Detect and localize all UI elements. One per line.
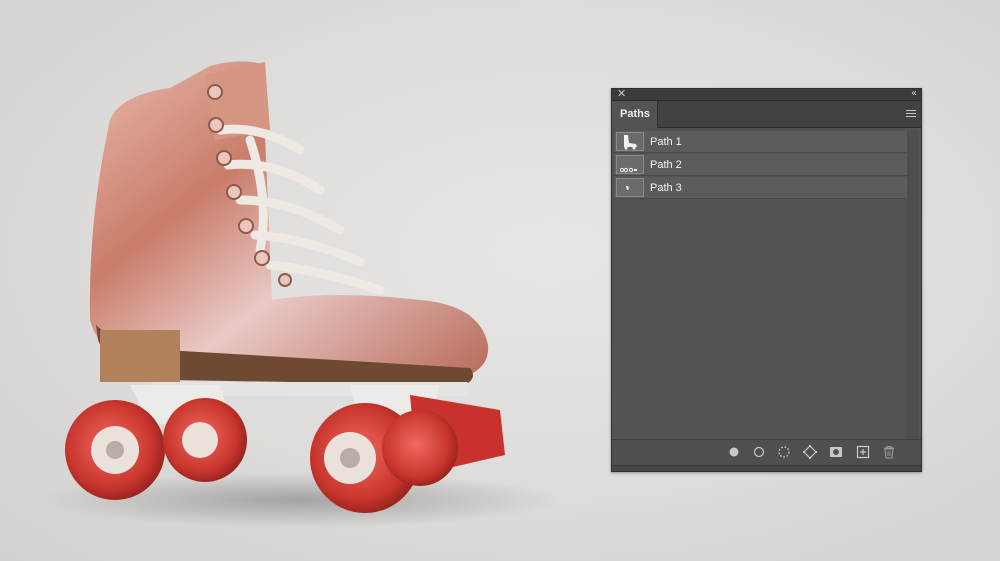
make-work-path-icon[interactable] [802, 444, 818, 460]
path-name: Path 2 [650, 159, 682, 171]
fill-path-icon[interactable] [726, 444, 742, 460]
load-selection-icon[interactable] [776, 444, 792, 460]
path-row-3[interactable]: Path 3 [614, 177, 907, 199]
panel-title-bar[interactable]: ✕ ‹‹ [612, 88, 921, 101]
panel-menu-icon[interactable] [906, 110, 916, 119]
path-row-2[interactable]: Path 2 [614, 154, 907, 176]
panel-bottom-toolbar [612, 439, 921, 465]
add-mask-icon[interactable] [828, 444, 844, 460]
close-icon[interactable]: ✕ [617, 88, 626, 100]
paths-panel: ✕ ‹‹ Paths Path 1 Path 2 Path 3 [611, 88, 922, 472]
path-thumbnail-skate-icon [616, 132, 644, 151]
panel-resize-strip[interactable] [612, 465, 921, 471]
path-row-1[interactable]: Path 1 [614, 131, 907, 153]
panel-tab-row: Paths [612, 101, 921, 128]
scrollbar[interactable] [907, 131, 919, 439]
collapse-double-chevron-icon[interactable]: ‹‹ [911, 88, 917, 100]
path-thumbnail-small-icon [616, 178, 644, 197]
path-name: Path 3 [650, 182, 682, 194]
path-list: Path 1 Path 2 Path 3 [614, 131, 907, 200]
path-thumbnail-wheels-icon [616, 155, 644, 174]
roller-skate-image [40, 61, 560, 528]
stroke-path-icon[interactable] [751, 444, 767, 460]
new-path-icon[interactable] [855, 444, 871, 460]
tab-paths[interactable]: Paths [612, 101, 658, 128]
path-name: Path 1 [650, 136, 682, 148]
trash-icon[interactable] [881, 444, 897, 460]
